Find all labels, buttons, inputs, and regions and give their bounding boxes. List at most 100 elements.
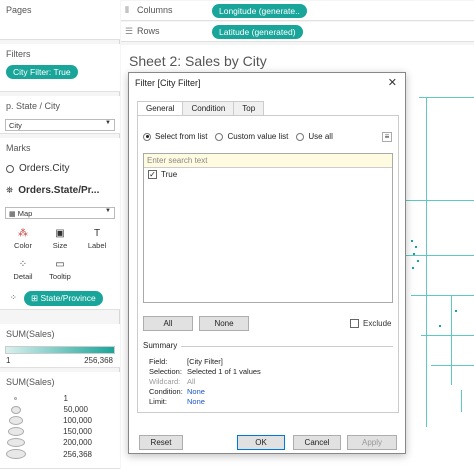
tab-top[interactable]: Top bbox=[233, 101, 265, 115]
map-border bbox=[406, 255, 474, 256]
summary-key: Limit: bbox=[149, 397, 167, 406]
map-border bbox=[411, 295, 474, 296]
longitude-pill[interactable]: Longitude (generate.. bbox=[212, 4, 307, 18]
close-icon[interactable]: ✕ bbox=[388, 76, 397, 89]
color-label: Color bbox=[14, 241, 32, 250]
checkbox-true[interactable]: ✓ bbox=[148, 170, 157, 179]
map-border bbox=[421, 335, 474, 336]
values-list: Enter search text ✓ True bbox=[143, 153, 393, 303]
circle-icon bbox=[6, 164, 14, 173]
detail-label: Detail bbox=[13, 272, 33, 281]
list-item[interactable]: ✓ True bbox=[144, 168, 392, 181]
map-border bbox=[431, 365, 474, 366]
map-point bbox=[411, 240, 413, 242]
detail-button[interactable]: ⁘ Detail bbox=[6, 257, 40, 285]
map-point bbox=[439, 325, 441, 327]
exclude-checkbox[interactable] bbox=[350, 319, 359, 328]
summary-value: All bbox=[187, 377, 196, 386]
map-point bbox=[412, 267, 414, 269]
exclude-label: Exclude bbox=[363, 319, 392, 328]
size-circle-icon bbox=[8, 427, 24, 436]
size-legend-row: 200,000 bbox=[6, 438, 116, 447]
label-button[interactable]: T Label bbox=[80, 226, 114, 254]
size-legend-row: 256,368 bbox=[6, 449, 116, 459]
quick-filter-title: p. State / City bbox=[6, 101, 61, 111]
summary-row-wildcard: Wildcard: All bbox=[149, 377, 195, 386]
detail-icon: ⁘ bbox=[18, 259, 28, 270]
left-panel: Pages Filters City Filter: True p. State… bbox=[0, 0, 120, 469]
latitude-pill[interactable]: Latitude (generated) bbox=[212, 25, 303, 39]
size-legend-title: SUM(Sales) bbox=[6, 377, 55, 387]
label-icon: T bbox=[93, 228, 101, 239]
marks-title: Marks bbox=[6, 143, 31, 153]
apply-button[interactable]: Apply bbox=[347, 435, 397, 450]
rows-icon: ☰ bbox=[125, 26, 134, 36]
search-input[interactable]: Enter search text bbox=[144, 154, 392, 168]
mark-type-select[interactable]: ▦ Map ▼ bbox=[5, 207, 115, 219]
state-province-pill[interactable]: ⊞ State/Province bbox=[24, 291, 103, 306]
radio-custom-value-list[interactable] bbox=[215, 132, 224, 141]
radio-custom-value-list-label: Custom value list bbox=[227, 132, 289, 141]
summary-title: Summary bbox=[143, 341, 182, 350]
size-value: 256,368 bbox=[63, 449, 92, 459]
size-circle-icon bbox=[14, 397, 17, 400]
color-legend-title: SUM(Sales) bbox=[6, 329, 55, 339]
map-point bbox=[417, 260, 419, 262]
color-legend-min: 1 bbox=[6, 356, 11, 365]
summary-key: Wildcard: bbox=[149, 377, 181, 386]
size-value: 200,000 bbox=[63, 438, 92, 447]
summary-key: Field: bbox=[149, 357, 168, 366]
list-options-icon[interactable]: ≡ bbox=[382, 132, 392, 142]
size-legend-row: 100,000 bbox=[6, 416, 116, 425]
city-filter-pill[interactable]: City Filter: True bbox=[6, 65, 78, 79]
radio-use-all[interactable] bbox=[296, 132, 305, 141]
size-circle-icon bbox=[11, 405, 21, 414]
rows-label: Rows bbox=[137, 26, 160, 36]
quick-filter-select[interactable]: City ▼ bbox=[5, 119, 115, 131]
sheet-title: Sheet 2: Sales by City bbox=[129, 53, 267, 69]
size-circle-icon bbox=[9, 416, 23, 425]
none-button[interactable]: None bbox=[199, 316, 249, 331]
color-button[interactable]: ⁂ Color bbox=[6, 226, 40, 254]
marks-row-city[interactable]: Orders.City bbox=[6, 163, 70, 174]
cancel-button[interactable]: Cancel bbox=[293, 435, 341, 450]
map-border bbox=[451, 295, 452, 385]
radio-select-from-list[interactable] bbox=[143, 132, 151, 141]
tab-condition[interactable]: Condition bbox=[182, 101, 235, 115]
color-legend-max: 256,368 bbox=[84, 356, 113, 365]
rows-shelf[interactable]: ☰ Rows Latitude (generated) bbox=[121, 22, 474, 42]
tooltip-icon: ▭ bbox=[55, 259, 65, 270]
marks-row-label: Orders.City bbox=[19, 163, 70, 174]
all-button[interactable]: All bbox=[143, 316, 193, 331]
map-point bbox=[455, 310, 457, 312]
marks-card: Marks Orders.City ⛯ Orders.State/Pr... ▦… bbox=[0, 138, 120, 310]
size-icon: ▣ bbox=[55, 228, 65, 239]
tab-general[interactable]: General bbox=[137, 101, 184, 116]
summary-section: Summary Field: [City Filter] Selection: … bbox=[143, 341, 393, 409]
marks-row-state[interactable]: ⛯ Orders.State/Pr... bbox=[6, 185, 99, 196]
size-legend-row: 50,000 bbox=[6, 405, 116, 414]
filter-dialog: Filter [City Filter] ✕ General Condition… bbox=[128, 72, 406, 454]
reset-button[interactable]: Reset bbox=[139, 435, 183, 450]
size-circle-icon bbox=[6, 449, 26, 459]
map-point bbox=[415, 246, 417, 248]
map-border bbox=[419, 97, 474, 98]
size-button[interactable]: ▣ Size bbox=[43, 226, 77, 254]
summary-row-field: Field: [City Filter] bbox=[149, 357, 223, 366]
columns-icon: ⦀ bbox=[125, 5, 129, 15]
summary-value: Selected 1 of 1 values bbox=[187, 367, 261, 376]
size-value: 100,000 bbox=[63, 416, 92, 425]
filters-title: Filters bbox=[6, 49, 31, 59]
map-icon: ⛯ bbox=[6, 185, 14, 195]
map-icon: ▦ bbox=[9, 211, 16, 218]
mark-type-value: Map bbox=[17, 209, 33, 218]
exclude-option[interactable]: Exclude bbox=[350, 319, 391, 328]
marks-row-label: Orders.State/Pr... bbox=[18, 185, 100, 196]
ok-button[interactable]: OK bbox=[237, 435, 285, 450]
tooltip-button[interactable]: ▭ Tooltip bbox=[43, 257, 77, 285]
summary-key: Selection: bbox=[149, 367, 182, 376]
columns-shelf[interactable]: ⦀ Columns Longitude (generate.. bbox=[121, 1, 474, 21]
detail-icon: ⁘ bbox=[10, 293, 17, 302]
size-value: 50,000 bbox=[63, 405, 88, 414]
color-icon: ⁂ bbox=[18, 228, 28, 239]
